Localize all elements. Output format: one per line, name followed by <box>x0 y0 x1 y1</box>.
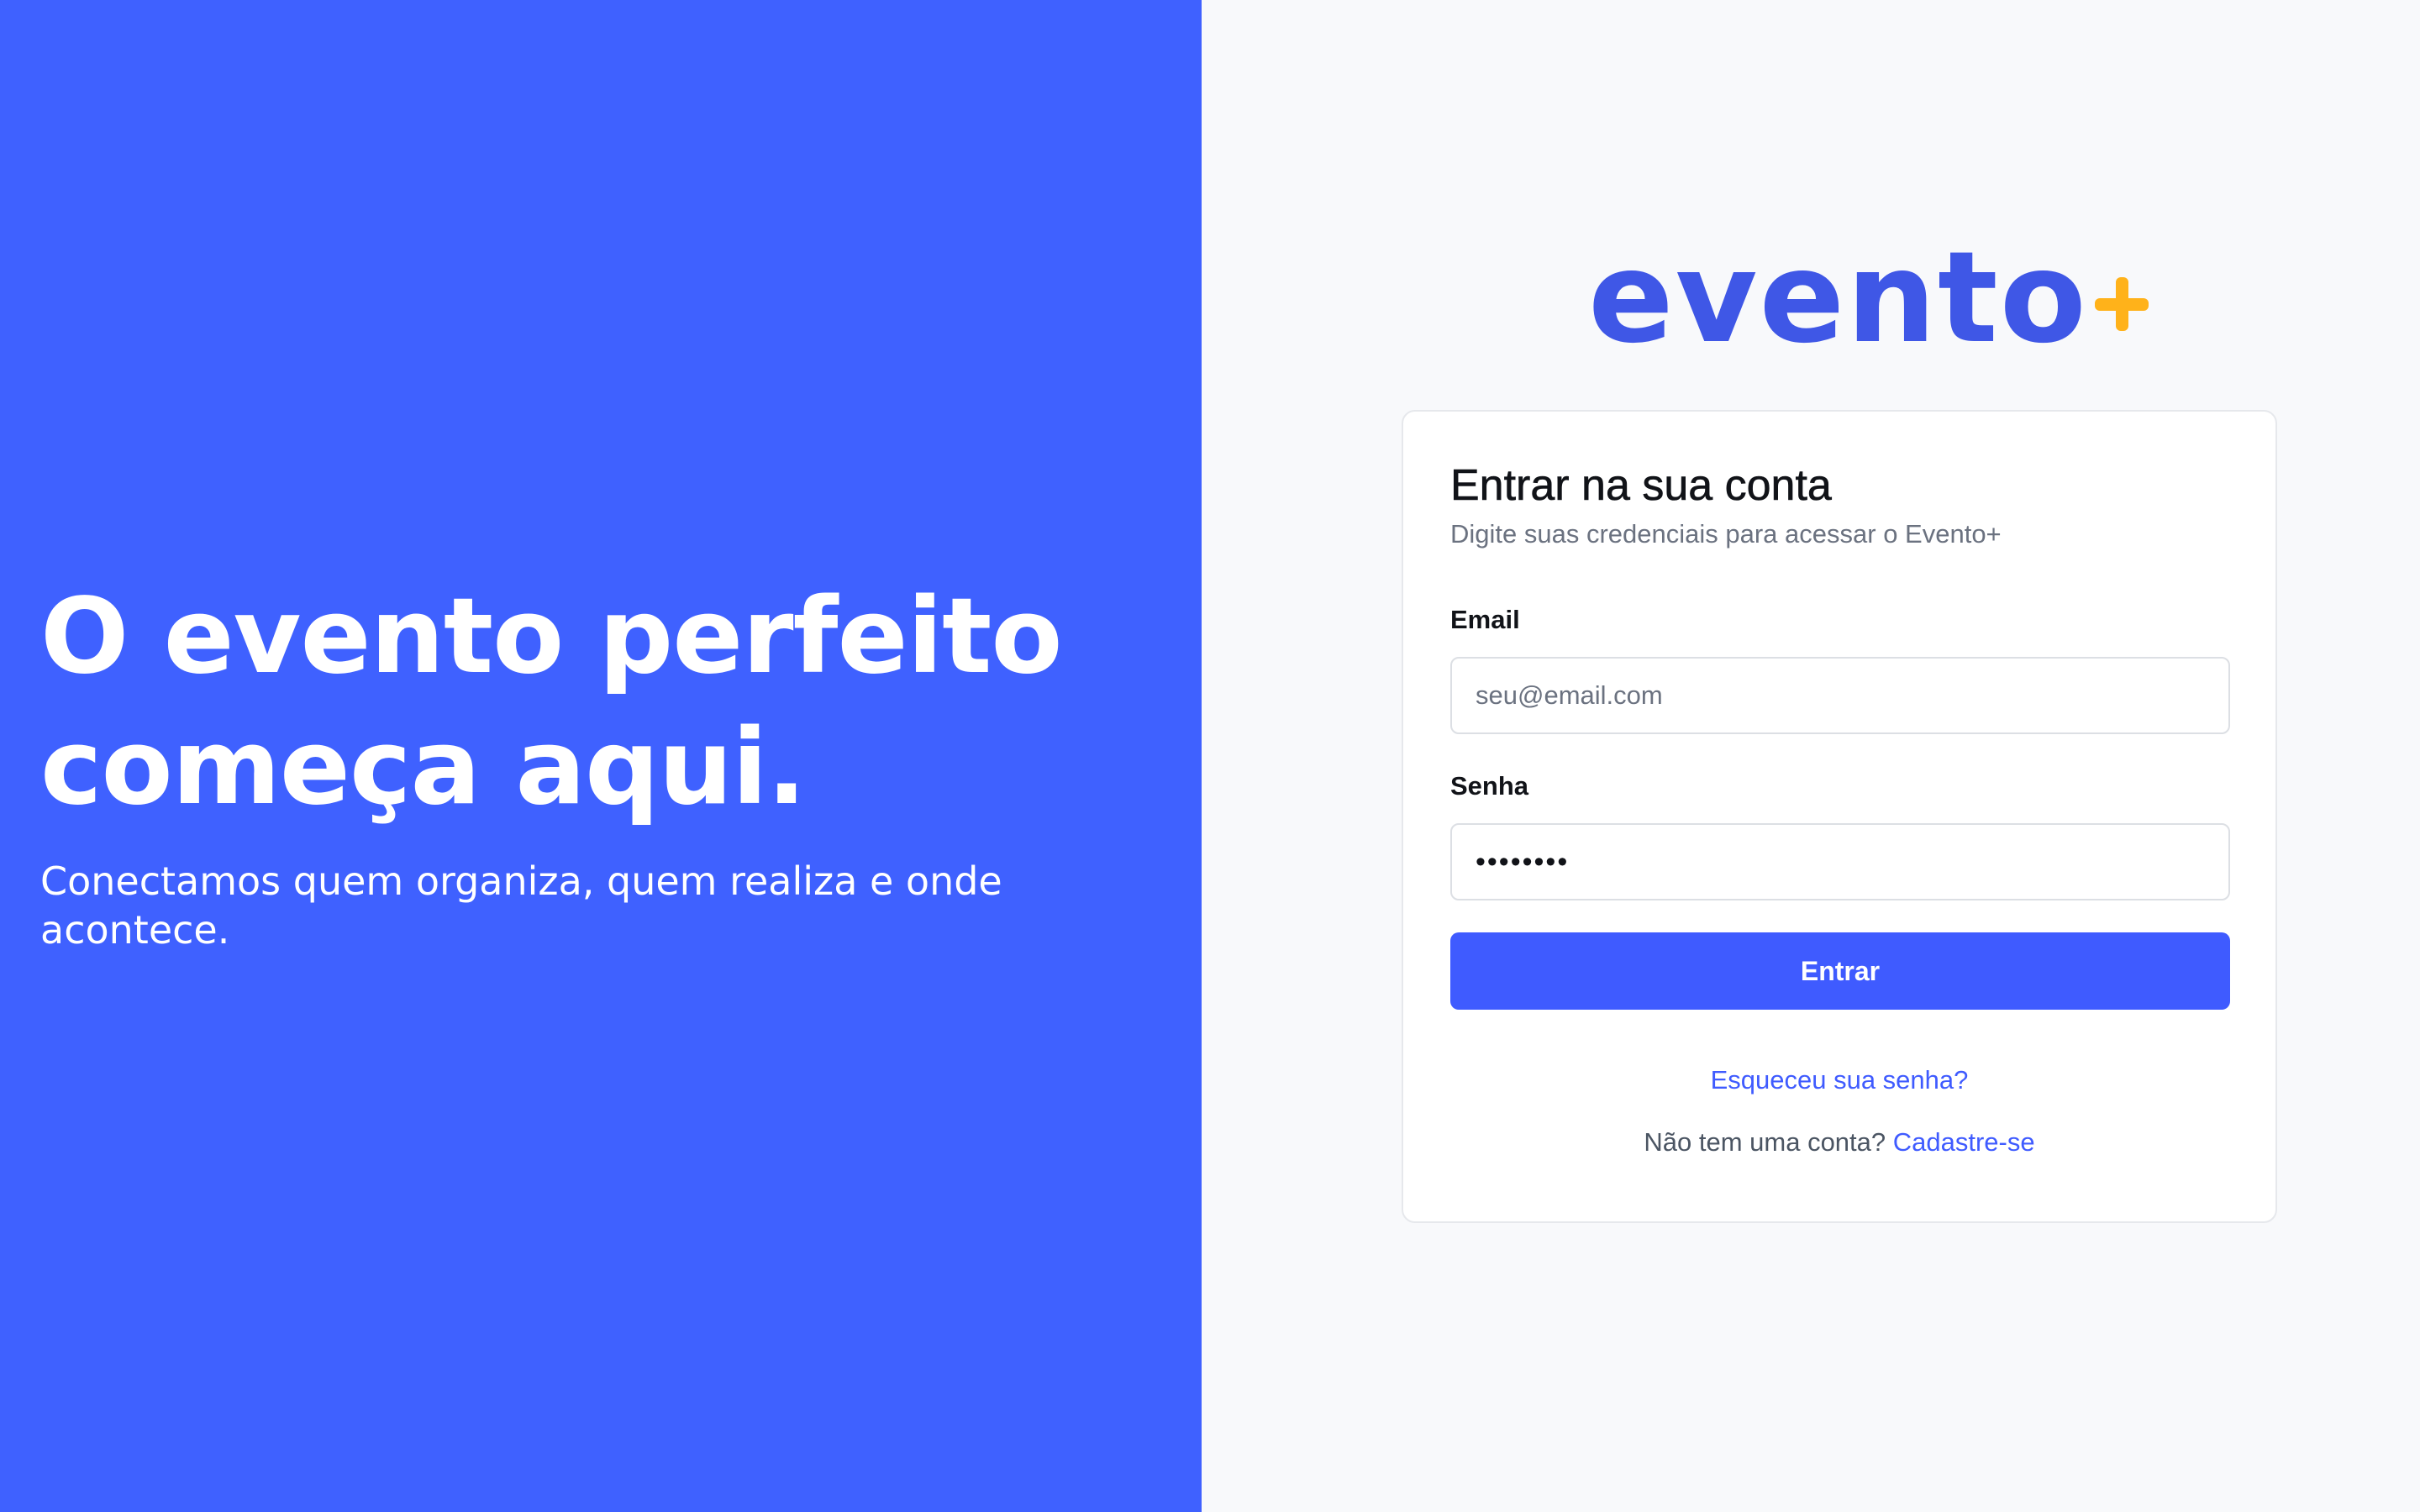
email-label: Email <box>1450 605 1520 634</box>
hero-content: O evento perfeito começa aqui. Conectamo… <box>40 571 1133 954</box>
hero-title-line-2: começa aqui. <box>40 707 807 828</box>
login-button[interactable]: Entrar <box>1450 932 2230 1010</box>
hero-title: O evento perfeito começa aqui. <box>40 571 1133 833</box>
signup-row: Não tem uma conta? Cadastre-se <box>1450 1126 2228 1159</box>
signup-prompt: Não tem uma conta? <box>1644 1127 1893 1157</box>
hero-title-line-1: O evento perfeito <box>40 576 1063 697</box>
password-input[interactable] <box>1450 823 2230 900</box>
login-panel: evento Entrar na sua conta Digite suas c… <box>1202 0 2420 1512</box>
password-label: Senha <box>1450 771 1529 801</box>
hero-subtitle: Conectamos quem organiza, quem realiza e… <box>40 858 1002 953</box>
hero-panel: O evento perfeito começa aqui. Conectamo… <box>0 0 1202 1512</box>
plus-icon <box>2094 277 2149 331</box>
signup-link[interactable]: Cadastre-se <box>1893 1127 2035 1157</box>
login-title: Entrar na sua conta <box>1450 461 1832 511</box>
evento-plus-logo: evento <box>1588 227 2149 361</box>
forgot-password-link[interactable]: Esqueceu sua senha? <box>1450 1063 2228 1097</box>
login-description: Digite suas credenciais para acessar o E… <box>1450 519 2002 549</box>
login-card: Entrar na sua conta Digite suas credenci… <box>1402 410 2277 1223</box>
logo-wordmark: evento <box>1588 225 2088 371</box>
email-input[interactable] <box>1450 657 2230 734</box>
